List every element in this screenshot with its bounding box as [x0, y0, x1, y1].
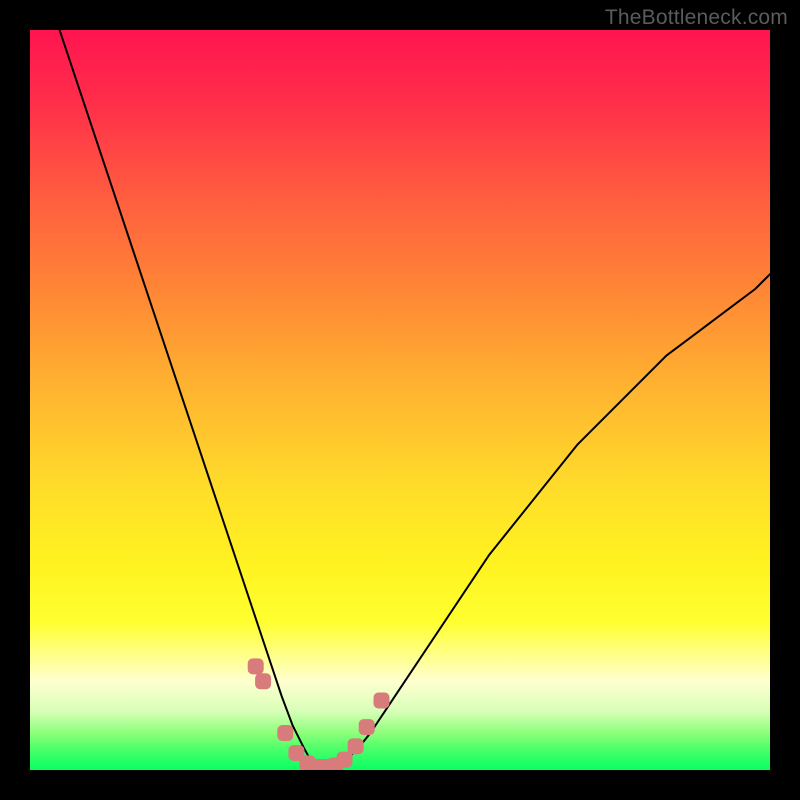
chart-frame: TheBottleneck.com — [0, 0, 800, 800]
marker-dot — [374, 692, 390, 708]
series-curve — [60, 30, 770, 766]
marker-dot — [277, 725, 293, 741]
marker-dot — [248, 658, 264, 674]
watermark-text: TheBottleneck.com — [605, 6, 788, 30]
marker-group — [248, 658, 390, 770]
plot-area — [30, 30, 770, 770]
marker-dot — [255, 673, 271, 689]
marker-dot — [359, 719, 375, 735]
marker-dot — [337, 752, 353, 768]
marker-dot — [348, 738, 364, 754]
chart-svg — [30, 30, 770, 770]
